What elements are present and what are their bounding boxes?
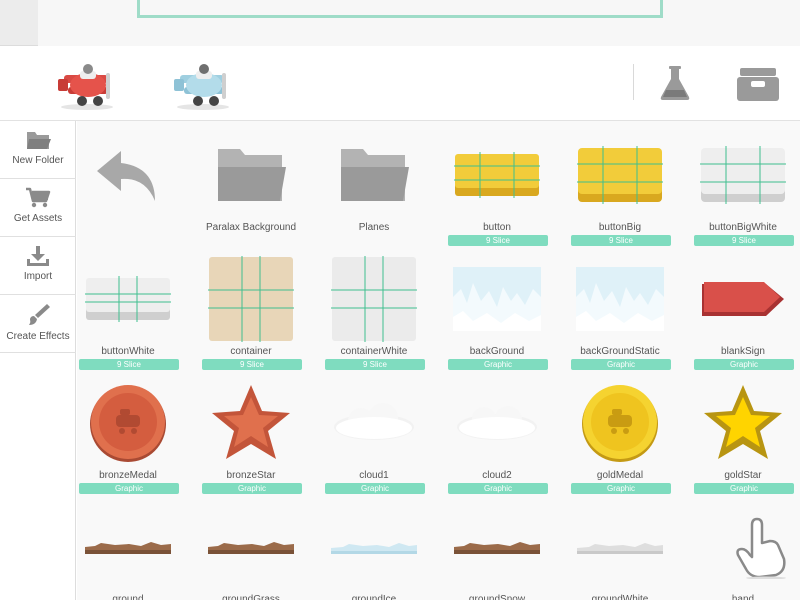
gold-star-thumbnail (692, 377, 794, 469)
tan-9slice-thumbnail (200, 253, 302, 345)
ground-thumbnail (323, 501, 425, 593)
asset-bronzemedal[interactable]: bronzeMedal Graphic (77, 369, 179, 494)
archive-icon[interactable] (733, 60, 783, 106)
download-icon (27, 246, 49, 266)
folder-icon (200, 129, 302, 221)
folder-icon (27, 132, 51, 149)
back-arrow-icon (77, 129, 179, 221)
asset-name: groundWhite (591, 594, 649, 600)
cart-icon (26, 187, 51, 208)
grey-9slice-thumbnail (323, 253, 425, 345)
asset-name: buttonBigWhite (709, 222, 777, 233)
back-navigation[interactable] (77, 121, 179, 245)
asset-buttonbig[interactable]: buttonBig 9 Slice (569, 121, 671, 246)
toolbar-divider (633, 64, 634, 100)
asset-containerwhite[interactable]: containerWhite 9 Slice (323, 245, 425, 370)
asset-buttonbigwhite[interactable]: buttonBigWhite 9 Slice (692, 121, 794, 246)
asset-name: groundSnow (468, 594, 526, 600)
hand-thumbnail (692, 501, 794, 593)
toolbar (0, 46, 800, 121)
ground-thumbnail (77, 501, 179, 593)
red-plane-sprite[interactable] (52, 56, 122, 112)
yellow-9slice-thumbnail (446, 129, 548, 221)
ground-thumbnail (200, 501, 302, 593)
asset-name: cloud1 (359, 470, 389, 481)
asset-groundgrass[interactable]: groundGrass (200, 493, 302, 600)
create-effects-label: Create Effects (6, 331, 70, 342)
asset-name: buttonWhite (101, 346, 155, 357)
asset-ground[interactable]: ground (77, 493, 179, 600)
asset-name: cloud2 (482, 470, 512, 481)
ice-background-thumbnail (446, 253, 548, 345)
asset-name: ground (112, 594, 144, 600)
asset-background[interactable]: backGround Graphic (446, 245, 548, 370)
asset-goldstar[interactable]: goldStar Graphic (692, 369, 794, 494)
asset-buttonwhite[interactable]: buttonWhite 9 Slice (77, 245, 179, 370)
get-assets-label: Get Assets (13, 213, 63, 224)
asset-name: Paralax Background (205, 222, 297, 233)
asset-backgroundstatic[interactable]: backGroundStatic Graphic (569, 245, 671, 370)
asset-name: Planes (358, 222, 390, 233)
red-sign-thumbnail (692, 253, 794, 345)
new-folder-label: New Folder (12, 155, 64, 166)
bronze-star-thumbnail (200, 377, 302, 469)
new-folder-button[interactable]: New Folder (0, 121, 76, 179)
folder-icon (323, 129, 425, 221)
brush-icon (29, 304, 50, 325)
asset-name: blankSign (721, 346, 765, 357)
asset-name: backGround (469, 346, 525, 357)
asset-name: goldStar (724, 470, 762, 481)
flask-icon[interactable] (652, 60, 698, 106)
asset-name: goldMedal (596, 470, 644, 481)
asset-planes[interactable]: Planes (323, 121, 425, 245)
asset-groundwhite[interactable]: groundWhite (569, 493, 671, 600)
stage-frame (137, 0, 663, 18)
sidebar: New Folder Get Assets Import Create Effe… (0, 121, 76, 600)
asset-name: groundIce (351, 594, 397, 600)
ground-thumbnail (569, 501, 671, 593)
import-button[interactable]: Import (0, 237, 76, 295)
ground-thumbnail (446, 501, 548, 593)
import-label: Import (23, 271, 53, 282)
cloud-thumbnail (323, 377, 425, 469)
bronze-medal-thumbnail (77, 377, 179, 469)
asset-name: backGroundStatic (580, 346, 660, 357)
asset-groundsnow[interactable]: groundSnow (446, 493, 548, 600)
asset-paralax-background[interactable]: Paralax Background (200, 121, 302, 245)
cloud-thumbnail (446, 377, 548, 469)
asset-cloud1[interactable]: cloud1 Graphic (323, 369, 425, 494)
asset-groundice[interactable]: groundIce (323, 493, 425, 600)
asset-goldmedal[interactable]: goldMedal Graphic (569, 369, 671, 494)
asset-grid: Paralax Background Planes button 9 Slice (77, 121, 800, 600)
asset-container[interactable]: container 9 Slice (200, 245, 302, 370)
yellow-big-9slice-thumbnail (569, 129, 671, 221)
asset-hand[interactable]: hand (692, 493, 794, 600)
asset-name: bronzeMedal (99, 470, 157, 481)
asset-name: button (483, 222, 511, 233)
asset-name: groundGrass (222, 594, 280, 600)
white-big-9slice-thumbnail (692, 129, 794, 221)
ice-background-thumbnail (569, 253, 671, 345)
asset-name: bronzeStar (226, 470, 276, 481)
asset-button[interactable]: button 9 Slice (446, 121, 548, 246)
gold-medal-thumbnail (569, 377, 671, 469)
blue-plane-sprite[interactable] (168, 56, 238, 112)
asset-blanksign[interactable]: blankSign Graphic (692, 245, 794, 370)
get-assets-button[interactable]: Get Assets (0, 179, 76, 237)
asset-bronzestar[interactable]: bronzeStar Graphic (200, 369, 302, 494)
asset-name: container (230, 346, 272, 357)
asset-cloud2[interactable]: cloud2 Graphic (446, 369, 548, 494)
white-9slice-thumbnail (77, 253, 179, 345)
asset-name: containerWhite (340, 346, 408, 357)
create-effects-button[interactable]: Create Effects (0, 295, 76, 353)
asset-name: hand (731, 594, 755, 600)
asset-name: buttonBig (598, 222, 642, 233)
stage-preview (0, 0, 800, 46)
